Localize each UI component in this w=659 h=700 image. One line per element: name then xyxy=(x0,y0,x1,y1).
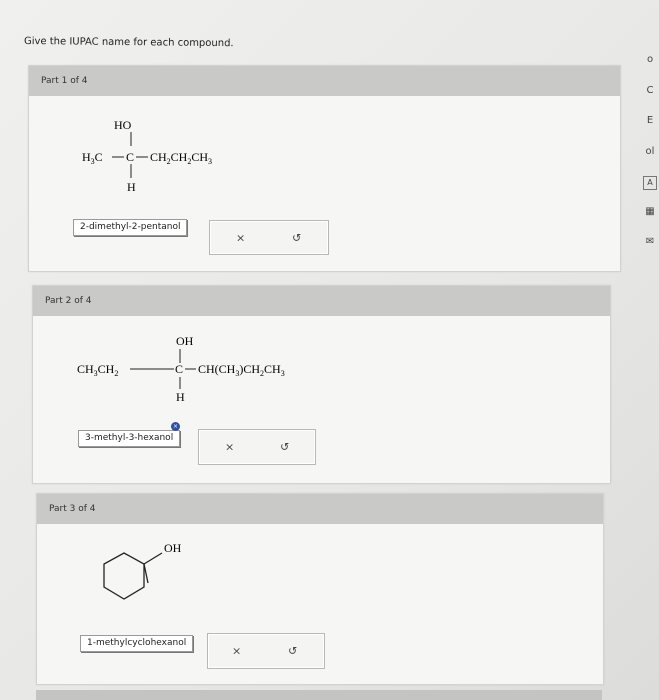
mail-icon[interactable]: ✉ xyxy=(643,235,657,249)
part-1-ho: HO xyxy=(114,118,132,132)
part-3-header: Part 3 of 4 xyxy=(37,494,603,524)
part-1-answer-field[interactable]: 2-dimethyl-2-pentanol xyxy=(73,219,188,236)
part-2-redo-button[interactable]: ↺ xyxy=(280,441,289,454)
part-4-header-partial xyxy=(36,690,602,700)
part-2-answer-field[interactable]: 3-methyl-3-hexanol xyxy=(78,430,181,447)
circle-icon[interactable]: o xyxy=(643,53,657,67)
part-1-redo-button[interactable]: ↺ xyxy=(292,231,301,244)
part-1-structure: HO H3C C CH2CH2CH3 H xyxy=(82,118,212,194)
part-3-redo-button[interactable]: ↺ xyxy=(288,645,297,658)
part-3-structure: OH xyxy=(103,541,182,600)
part-1-header: Part 1 of 4 xyxy=(29,66,620,96)
part-3-clear-button[interactable]: × xyxy=(232,645,241,658)
part-2-header: Part 2 of 4 xyxy=(33,286,610,316)
part-2-oh: OH xyxy=(176,334,194,348)
part-3-action-box: × ↺ xyxy=(207,633,325,669)
svg-text:CH(CH3)CH2CH3: CH(CH3)CH2CH3 xyxy=(198,362,285,378)
part-2-h: H xyxy=(176,390,185,404)
part-2-error-marker: × xyxy=(171,422,180,431)
part-2-clear-button[interactable]: × xyxy=(225,441,234,454)
svg-text:CH2CH2CH3: CH2CH2CH3 xyxy=(150,150,212,166)
svg-text:CH3CH2: CH3CH2 xyxy=(77,362,118,378)
part-1-clear-button[interactable]: × xyxy=(236,231,245,244)
part-1-action-box: × ↺ xyxy=(209,220,329,255)
calculator-icon[interactable]: ▦ xyxy=(643,205,657,219)
part-2-structure: OH CH3CH2 C CH(CH3)CH2CH3 H xyxy=(77,334,285,404)
part-2-action-box: × ↺ xyxy=(198,429,316,465)
part-1-center-c: C xyxy=(126,150,134,164)
part-1-h: H xyxy=(127,180,136,194)
chart-icon[interactable]: ol xyxy=(643,145,657,159)
list-icon[interactable]: E xyxy=(643,114,657,128)
undo-icon[interactable]: C xyxy=(643,84,657,98)
question-header: Give the IUPAC name for each compound. xyxy=(23,36,234,50)
text-icon[interactable]: A xyxy=(643,176,657,190)
part-3-answer-field[interactable]: 1-methylcyclohexanol xyxy=(80,635,194,652)
svg-text:H3C: H3C xyxy=(82,150,103,166)
part-2-center-c: C xyxy=(175,362,183,376)
part-3-oh: OH xyxy=(164,541,182,555)
